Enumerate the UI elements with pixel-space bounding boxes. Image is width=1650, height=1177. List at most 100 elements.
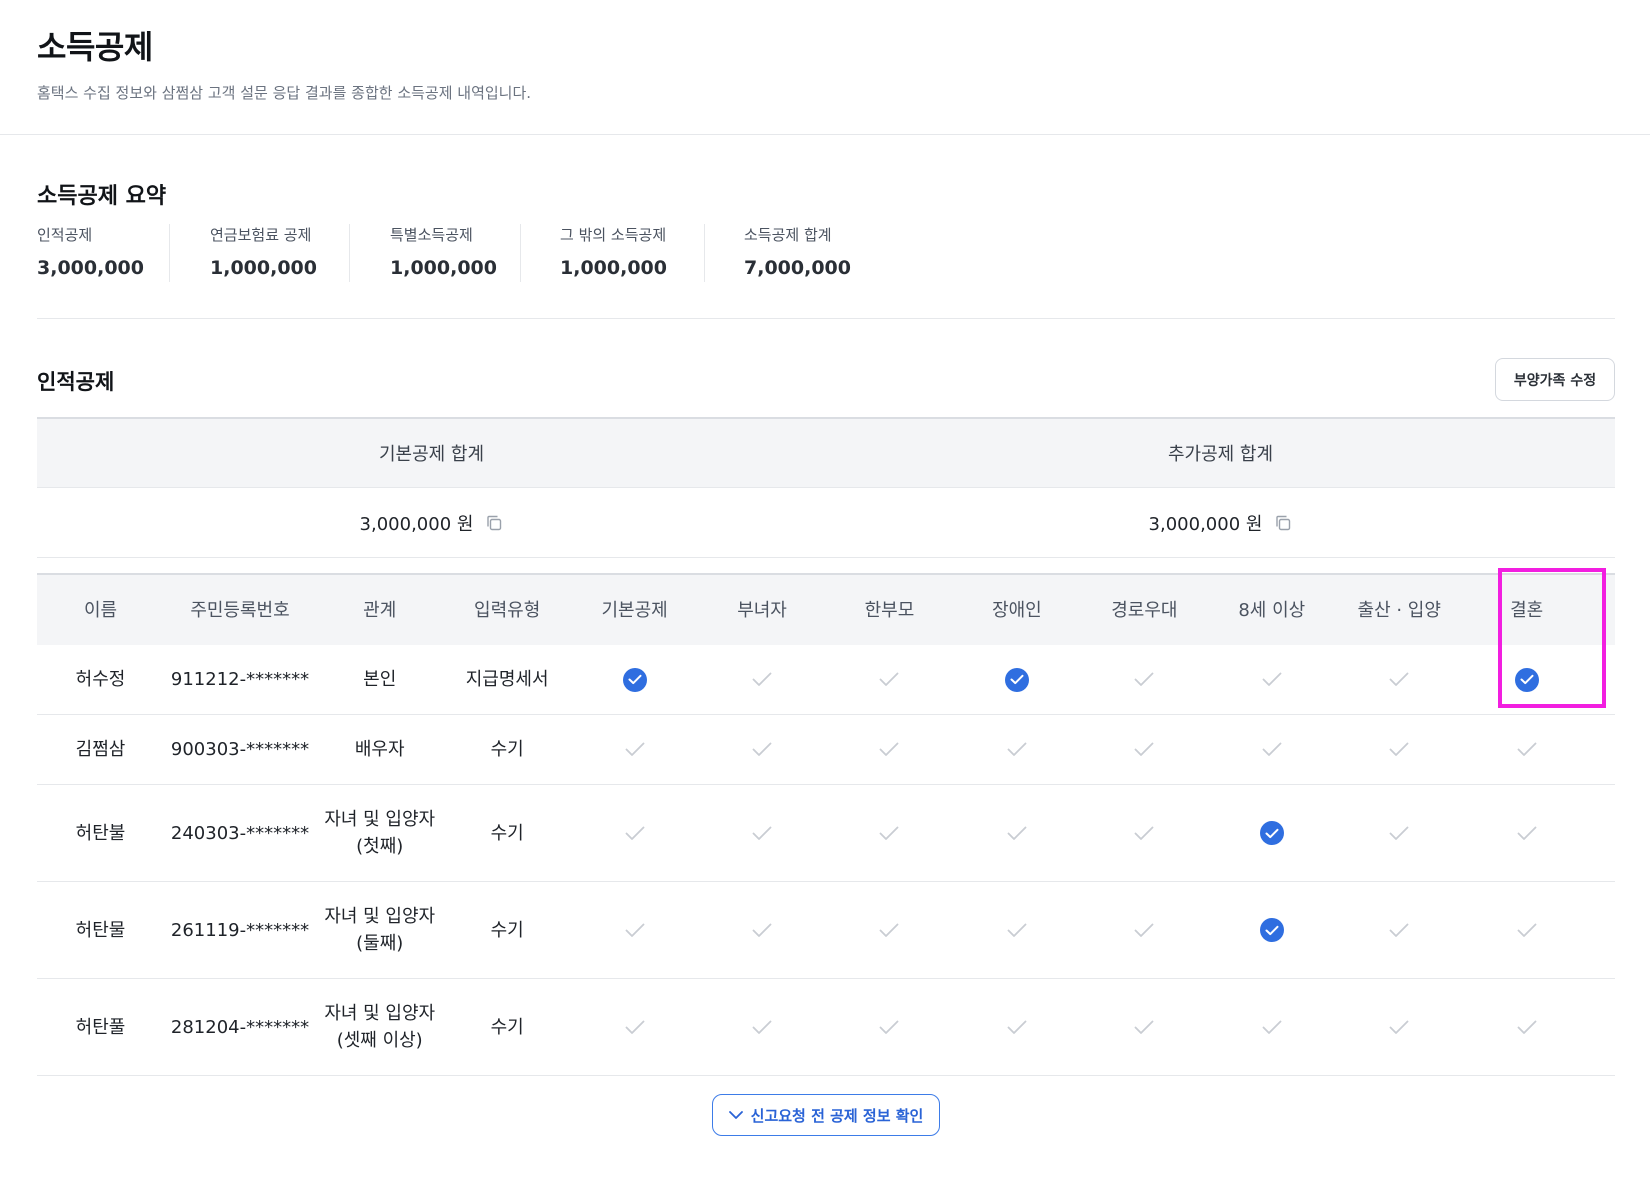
totals-value-row: 3,000,000 원 3,000,000 원 [37, 488, 1615, 558]
view-deduction-info-button[interactable]: 신고요청 전 공제 정보 확인 [712, 1094, 940, 1136]
summary-item-label: 특별소득공제 [390, 226, 473, 244]
check-outline-icon [1260, 668, 1284, 692]
check-outline-icon [877, 821, 901, 845]
deduction-check-cell [1081, 785, 1208, 881]
deduction-check-cell [1208, 979, 1335, 1075]
summary-separator [520, 224, 521, 282]
column-header: 주민등록번호 [190, 599, 290, 621]
deduction-check-cell [698, 715, 825, 784]
relation-text: 자녀 및 입양자 [324, 906, 436, 927]
check-outline-icon [877, 738, 901, 762]
deduction-check-cell [698, 645, 825, 714]
deduction-check-cell [571, 715, 698, 784]
copy-icon[interactable] [1274, 514, 1292, 532]
personal-deduction-title: 인적공제 [37, 370, 115, 394]
deduction-check-cell [571, 979, 698, 1075]
summary-item-label: 인적공제 [37, 226, 93, 244]
summary-item: 특별소득공제 1,000,000 [390, 224, 497, 284]
relation-text: 배우자 [354, 739, 405, 760]
dependents-table: 이름 주민등록번호 관계 입력유형 기본공제 부녀자 한부모 장애인 경로우대 8세 이상 출산 ·… [37, 573, 1615, 1076]
relation-cell: 자녀 및 입양자 (둘째) [316, 882, 443, 978]
edit-dependents-button[interactable]: 부양가족 수정 [1495, 358, 1615, 401]
summary-item-value: 1,000,000 [560, 257, 667, 279]
check-circle-filled-icon [1259, 821, 1284, 845]
deduction-check-cell [1081, 882, 1208, 978]
check-outline-icon [1005, 821, 1029, 845]
check-outline-icon [1005, 738, 1029, 762]
deduction-check-cell [826, 979, 953, 1075]
deduction-check-cell [1463, 882, 1590, 978]
check-outline-icon [623, 821, 647, 845]
check-outline-icon [1515, 918, 1539, 942]
deduction-check-cell [1463, 715, 1590, 784]
additional-total-value: 3,000,000 원 [1148, 513, 1263, 535]
check-outline-icon [1132, 668, 1156, 692]
column-header: 장애인 [992, 599, 1042, 621]
page-subtitle: 홈택스 수집 정보와 삼쩜삼 고객 설문 응답 결과를 종합한 소득공제 내역입… [37, 84, 532, 102]
summary-item-label: 소득공제 합계 [744, 226, 832, 244]
deduction-check-cell [698, 785, 825, 881]
summary-item: 그 밖의 소득공제 1,000,000 [560, 224, 667, 284]
summary-separator [704, 224, 705, 282]
check-outline-icon [750, 1015, 774, 1039]
input-type: 수기 [490, 1016, 524, 1038]
deduction-check-cell [953, 715, 1080, 784]
table-row: 김쩜삼 900303-******* 배우자 수기 [37, 715, 1615, 785]
check-outline-icon [1515, 1015, 1539, 1039]
deduction-check-cell [1081, 645, 1208, 714]
check-outline-icon [750, 821, 774, 845]
additional-total-label: 추가공제 합계 [1167, 444, 1274, 465]
relation-cell: 본인 [316, 645, 443, 714]
basic-total-value: 3,000,000 원 [359, 513, 474, 535]
summary-item: 인적공제 3,000,000 [37, 224, 144, 284]
check-outline-icon [1387, 738, 1411, 762]
header-divider [0, 134, 1650, 135]
check-outline-icon [1387, 668, 1411, 692]
summary-item-label: 연금보험료 공제 [210, 226, 312, 244]
copy-icon[interactable] [485, 514, 503, 532]
deduction-check-cell [826, 882, 953, 978]
check-outline-icon [1260, 1015, 1284, 1039]
summary-item-value: 7,000,000 [744, 257, 851, 279]
check-outline-icon [623, 918, 647, 942]
check-outline-icon [877, 918, 901, 942]
summary-item-value: 3,000,000 [37, 257, 144, 279]
relation-cell: 자녀 및 입양자 (셋째 이상) [316, 979, 443, 1075]
check-outline-icon [1132, 918, 1156, 942]
check-outline-icon [750, 738, 774, 762]
input-type: 수기 [490, 822, 524, 844]
table-row: 허탄풀 281204-******* 자녀 및 입양자 (셋째 이상) 수기 [37, 979, 1615, 1076]
input-type: 수기 [490, 919, 524, 941]
column-header: 이름 [83, 599, 118, 621]
dependent-name: 허탄물 [75, 919, 126, 941]
basic-total-label: 기본공제 합계 [378, 444, 485, 465]
deduction-check-cell [1081, 715, 1208, 784]
basic-total-cell: 3,000,000 원 [37, 488, 826, 557]
table-row: 허수정 911212-******* 본인 지급명세서 [37, 645, 1615, 715]
dependent-name: 허탄풀 [75, 1016, 126, 1038]
check-outline-icon [1132, 821, 1156, 845]
deduction-check-cell [1336, 882, 1463, 978]
summary-separator [169, 224, 170, 282]
dependents-table-header: 이름 주민등록번호 관계 입력유형 기본공제 부녀자 한부모 장애인 경로우대 8세 이상 출산 ·… [37, 573, 1615, 645]
view-deduction-info-label: 신고요청 전 공제 정보 확인 [750, 1106, 924, 1125]
summary-item-value: 1,000,000 [390, 257, 497, 279]
check-outline-icon [750, 668, 774, 692]
check-outline-icon [623, 1015, 647, 1039]
deduction-check-cell [1208, 645, 1335, 714]
resident-number: 281204-******* [170, 1016, 310, 1038]
input-type: 지급명세서 [465, 669, 549, 690]
column-header: 경로우대 [1111, 599, 1178, 621]
deduction-check-cell [1336, 979, 1463, 1075]
deduction-check-cell [698, 979, 825, 1075]
check-outline-icon [1387, 918, 1411, 942]
resident-number: 900303-******* [170, 739, 310, 760]
check-circle-filled-icon [1004, 667, 1029, 692]
check-circle-filled-icon [622, 667, 647, 692]
deduction-check-cell [1463, 979, 1590, 1075]
relation-text: 자녀 및 입양자 [324, 809, 436, 830]
summary-divider [37, 318, 1615, 319]
check-outline-icon [877, 1015, 901, 1039]
column-header: 입력유형 [474, 599, 541, 621]
summary-item: 연금보험료 공제 1,000,000 [210, 224, 317, 284]
